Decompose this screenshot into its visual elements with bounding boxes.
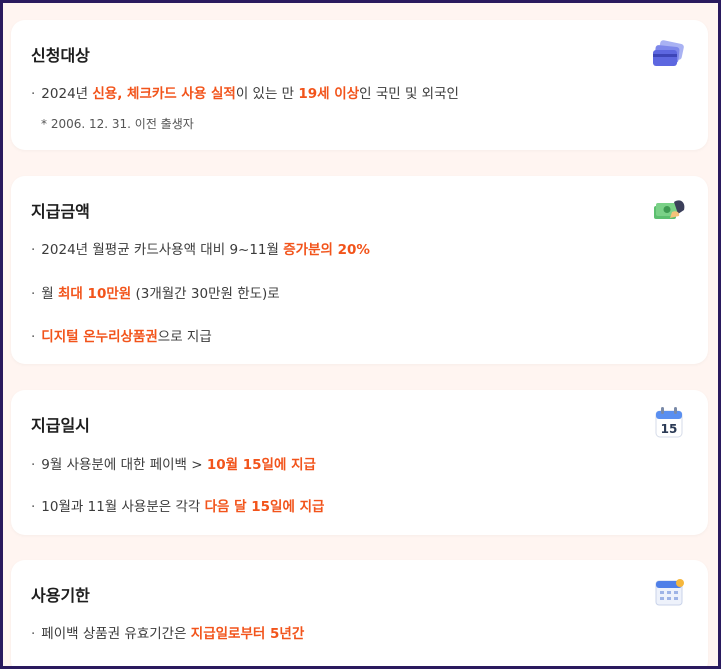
card-line: · 월 최대 10만원 (3개월간 30만원 한도)로 (31, 286, 280, 302)
card-line: · 9월 사용분에 대한 페이백 > 10월 15일에 지급 (31, 457, 316, 473)
card-line: · 디지털 온누리상품권으로 지급 (31, 329, 212, 345)
card-title: 신청대상 (31, 46, 90, 65)
content-frame: 신청대상 · 2024년 신용, 체크카드 사용 실적이 있는 만 19세 이상인… (3, 3, 718, 666)
card-amount: 지급금액 · 2024년 월평균 카드사용액 대비 9~11월 증가분의 20% … (11, 176, 708, 364)
money-hand-icon (654, 200, 685, 219)
card-line: · 페이백 상품권 유효기간은 지급일로부터 5년간 (31, 626, 305, 642)
credit-cards-icon (653, 40, 684, 66)
card-title: 사용기한 (31, 586, 90, 605)
card-expiry: 사용기한 · 페이백 상품권 유효기간은 지급일로부터 5년간 (11, 560, 708, 666)
card-line: · 2024년 월평균 카드사용액 대비 9~11월 증가분의 20% (31, 242, 370, 258)
card-line: · 10월과 11월 사용분은 각각 다음 달 15일에 지급 (31, 499, 325, 515)
card-title: 지급일시 (31, 416, 90, 435)
birth-note: * 2006. 12. 31. 이전 출생자 (41, 117, 194, 131)
card-title: 지급금액 (31, 202, 90, 221)
card-payment-date: 지급일시 15 · 9월 사용분에 대한 페이백 > 10월 15일에 지급 · 1… (11, 390, 708, 535)
card-line: · 2024년 신용, 체크카드 사용 실적이 있는 만 19세 이상인 국민 및… (31, 86, 459, 102)
card-eligibility: 신청대상 · 2024년 신용, 체크카드 사용 실적이 있는 만 19세 이상인… (11, 20, 708, 150)
svg-text:15: 15 (661, 422, 678, 436)
calendar-icon (655, 579, 684, 606)
calendar-15-icon: 15 (655, 407, 683, 438)
